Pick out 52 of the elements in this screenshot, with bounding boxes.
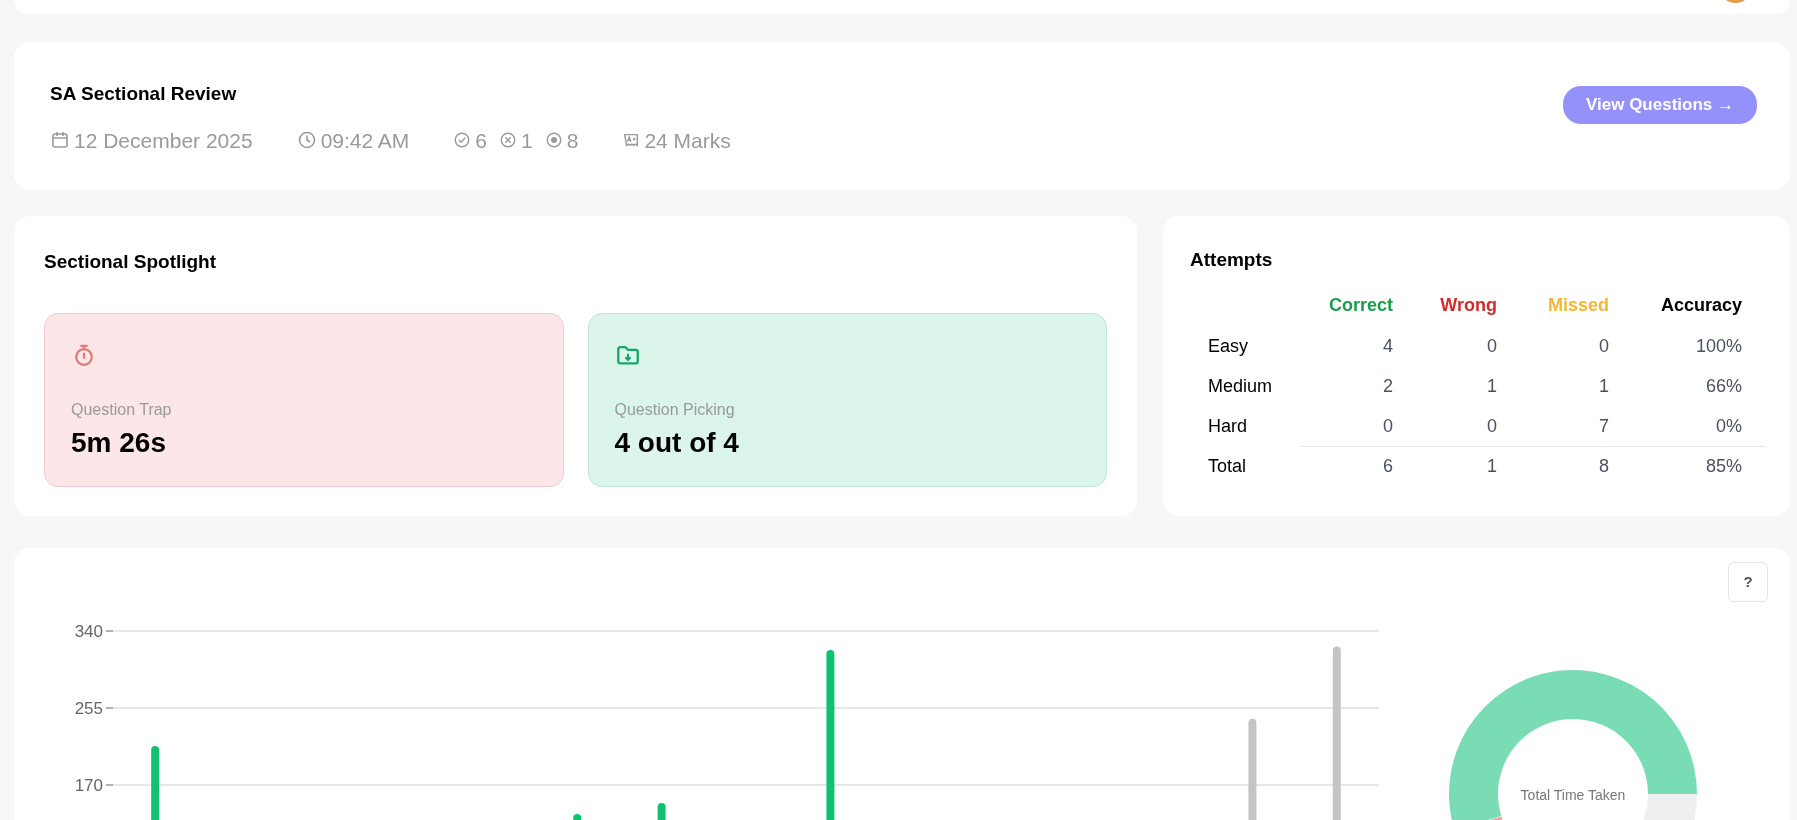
y-tick-label: 170	[74, 776, 103, 795]
column-header: Accuracy	[1659, 294, 1743, 317]
calendar-icon	[50, 130, 70, 151]
review-time: 09:42 AM	[320, 127, 410, 154]
row-label: Total	[1190, 446, 1301, 487]
spotlight-title: Sectional Spotlight	[44, 250, 218, 274]
clock-icon	[296, 130, 317, 151]
correct-count: 6	[475, 127, 488, 154]
table-cell: 85%	[1610, 446, 1765, 487]
y-tick-label: 255	[74, 699, 103, 718]
review-title: SA Sectional Review	[50, 82, 238, 106]
table-cell-text: 4	[1382, 335, 1394, 358]
row-label: Hard	[1190, 406, 1301, 447]
tick-mark	[105, 784, 114, 786]
check-circle-icon	[453, 131, 472, 150]
table-cell: 8	[1498, 446, 1610, 487]
table-cell: 1	[1394, 446, 1498, 487]
table-cell: 0	[1301, 406, 1394, 447]
table-cell: 0	[1394, 406, 1498, 447]
stat-value: 5m 26s	[71, 425, 167, 460]
tick-mark	[105, 630, 114, 632]
column-header: Missed	[1546, 294, 1610, 317]
stat-label: Question Picking	[614, 399, 736, 420]
row-label: Medium	[1207, 375, 1274, 398]
column-header: Wrong	[1439, 294, 1498, 317]
stat-value: 4 out of 4	[614, 425, 740, 460]
review-date: 12 December 2025	[74, 127, 253, 154]
x-circle-icon	[499, 131, 518, 150]
dot-circle-icon	[544, 131, 563, 150]
donut-center-label: Total Time Taken	[1520, 787, 1626, 803]
bar	[573, 814, 582, 820]
wrong-count: 1	[521, 127, 533, 154]
marks-label: 24 Marks	[644, 127, 731, 154]
y-tick-label: 340	[74, 622, 103, 641]
help-button[interactable]: ?	[1728, 562, 1768, 602]
row-label: Easy	[1207, 335, 1250, 358]
stat-label: Question Trap	[71, 399, 173, 420]
table-cell-text: 100%	[1694, 335, 1743, 358]
table-cell: 0%	[1610, 406, 1765, 447]
tick-mark	[105, 707, 114, 709]
table-cell-text: 0	[1598, 335, 1610, 358]
bar	[657, 803, 666, 820]
missed-count: 8	[566, 127, 579, 154]
table-cell-text: 1	[1486, 375, 1498, 398]
table-cell-text: 1	[1598, 375, 1610, 398]
table-cell: 6	[1301, 446, 1394, 487]
table-cell-text: 0	[1486, 335, 1498, 358]
table-cell: 7	[1498, 406, 1610, 447]
column-header: Correct	[1327, 294, 1394, 317]
attempts-title: Attempts	[1190, 248, 1274, 272]
table-cell-text: 66%	[1704, 375, 1743, 398]
table-cell-text: 2	[1382, 375, 1394, 398]
